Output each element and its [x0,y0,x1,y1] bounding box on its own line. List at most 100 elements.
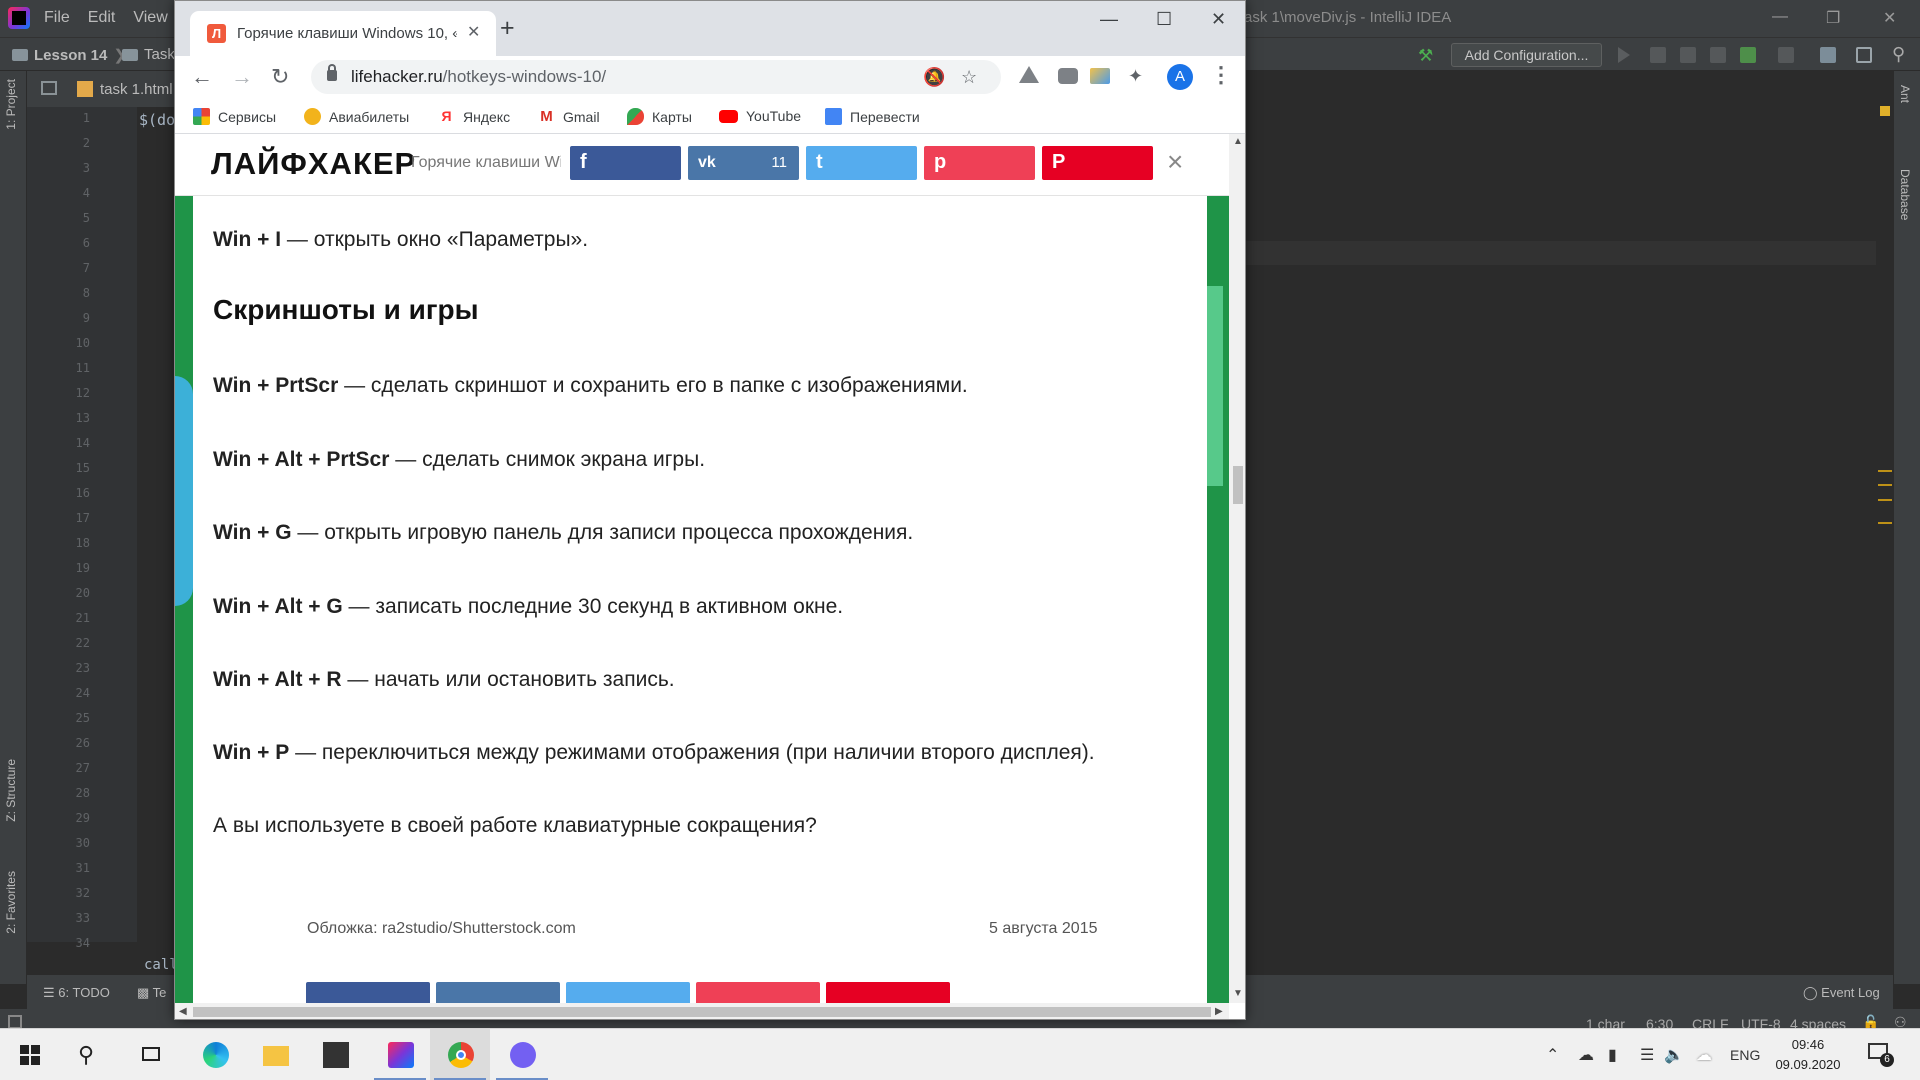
search-icon[interactable]: ⚲ [1892,44,1908,64]
start-button[interactable] [0,1029,60,1080]
taskbar-file-explorer[interactable] [245,1029,305,1080]
back-arrow-icon[interactable]: ← [191,64,213,90]
share-facebook-button[interactable]: f [570,146,681,180]
tool-tab-project[interactable]: 1: Project [4,79,18,130]
warning-marker[interactable] [1878,499,1892,501]
volume-icon[interactable]: 🔈 [1664,1045,1684,1065]
footer-share-vk-button[interactable] [436,982,560,1003]
tool-tab-ant[interactable]: Ant [1898,85,1912,103]
menu-file[interactable]: File [44,9,70,27]
structure-toggle-icon[interactable] [41,81,57,95]
share-vk-button[interactable]: vk 11 [688,146,799,180]
browser-tab[interactable]: Л Горячие клавиши Windows 10, « ✕ [190,11,496,56]
share-twitter-button[interactable]: t [806,146,917,180]
ide-minimize-button[interactable]: — [1772,8,1788,26]
breadcrumb-project[interactable]: Lesson 14 ❯ [12,46,126,64]
warning-marker[interactable] [1878,470,1892,472]
lock-icon[interactable] [327,64,337,81]
ide-restore-button[interactable]: ❐ [1826,8,1840,28]
bookmark-gmail[interactable]: M Gmail [538,108,600,125]
run-icon[interactable] [1618,47,1630,63]
share-pocket-button[interactable]: p [924,146,1035,180]
tool-tab-database[interactable]: Database [1898,169,1912,220]
extensions-puzzle-icon[interactable]: ✦ [1128,66,1143,87]
toggle-tool-windows-icon[interactable] [8,1015,22,1029]
notifications-blocked-icon[interactable]: 🔕 [923,67,945,88]
tab-close-icon[interactable]: ✕ [467,22,480,42]
bookmark-translate[interactable]: Перевести [825,108,920,125]
update-running-icon[interactable] [1740,47,1756,63]
editor-code-area-right[interactable] [1245,71,1876,971]
tool-tab-structure[interactable]: Z: Structure [4,759,18,822]
page-vertical-scrollbar[interactable]: ▲ ▼ [1229,134,1245,1003]
warning-indicator-icon[interactable] [1880,106,1890,116]
battery-icon[interactable]: ▮ [1608,1045,1617,1065]
menu-edit[interactable]: Edit [88,9,116,27]
taskbar-clock[interactable]: 09:46 09.09.2020 [1770,1035,1846,1075]
camera-extension-icon[interactable] [1058,68,1078,84]
taskbar-viber[interactable] [492,1029,552,1080]
footer-share-facebook-button[interactable] [306,982,430,1003]
wifi-icon[interactable]: ☰ [1640,1045,1654,1065]
new-tab-plus-icon[interactable]: + [500,14,515,43]
scroll-up-arrow-icon[interactable]: ▲ [1233,136,1243,147]
bookmark-yandex[interactable]: Я Яндекс [438,108,510,125]
action-center-button[interactable]: 6 [1868,1041,1894,1067]
header-close-icon[interactable]: × [1167,146,1183,178]
menu-view[interactable]: View [133,9,167,27]
lifehacker-logo[interactable]: ЛАЙФХАКЕР [211,146,416,182]
image-extension-icon[interactable] [1090,68,1110,84]
page-viewport[interactable]: ЛАЙФХАКЕР Горячие клавиши Windows 10 f v… [175,134,1229,1003]
todo-tab[interactable]: ☰ 6: TODO [43,985,110,1001]
layout-icon[interactable] [1856,47,1872,63]
add-configuration-button[interactable]: Add Configuration... [1451,43,1602,67]
profile-icon[interactable] [1710,47,1726,63]
chrome-menu-icon[interactable]: ⋮ [1210,62,1232,88]
taskbar-edge[interactable] [185,1029,245,1080]
ide-close-button[interactable]: ✕ [1883,8,1896,28]
language-indicator[interactable]: ENG [1730,1047,1760,1063]
stop-icon[interactable] [1778,47,1794,63]
terminal-tab[interactable]: ▩ Te [137,985,166,1001]
taskbar-store[interactable] [305,1029,365,1080]
bookmark-services[interactable]: Сервисы [193,108,276,125]
footer-share-twitter-button[interactable] [566,982,690,1003]
profile-avatar[interactable]: A [1167,64,1193,90]
vertical-scroll-thumb[interactable] [1233,466,1243,504]
warning-marker[interactable] [1878,522,1892,524]
google-drive-extension-icon[interactable] [1019,66,1039,83]
file-tab-label[interactable]: task 1.html [100,81,173,98]
show-hidden-icons-chevron-icon[interactable]: ⌃ [1546,1045,1559,1065]
scroll-right-arrow-icon[interactable]: ▶ [1215,1006,1223,1017]
network-icon[interactable]: ☁ [1578,1045,1594,1065]
page-horizontal-scrollbar[interactable]: ◀ ▶ [175,1003,1229,1019]
editor-code-area[interactable]: $(do [137,107,175,942]
footer-share-pocket-button[interactable] [696,982,820,1003]
share-pinterest-button[interactable]: P [1042,146,1153,180]
warning-marker[interactable] [1878,484,1892,486]
bookmark-avia[interactable]: Авиабилеты [304,108,409,125]
chrome-close-button[interactable]: ✕ [1211,9,1226,30]
taskbar-search-button[interactable]: ⚲ [60,1029,120,1080]
event-log-button[interactable]: ◯ Event Log [1803,985,1880,1001]
horizontal-scroll-thumb[interactable] [193,1007,1211,1017]
debug-icon[interactable] [1650,47,1666,63]
chrome-minimize-button[interactable]: — [1100,9,1118,30]
scroll-down-arrow-icon[interactable]: ▼ [1233,988,1243,999]
bookmark-maps[interactable]: Карты [627,108,692,125]
onedrive-cloud-icon[interactable]: ☁ [1696,1045,1712,1065]
breadcrumb-task[interactable]: Task [122,46,175,63]
address-bar[interactable]: lifehacker.ru/hotkeys-windows-10/ 🔕 ☆ [311,60,1001,94]
project-structure-icon[interactable] [1820,47,1836,63]
bookmark-star-icon[interactable]: ☆ [961,67,977,88]
tool-tab-favorites[interactable]: 2: Favorites [4,871,18,934]
task-view-button[interactable] [120,1029,180,1080]
bookmark-youtube[interactable]: YouTube [719,108,801,124]
build-hammer-icon[interactable]: ⚒ [1418,46,1436,65]
taskbar-chrome[interactable] [430,1029,490,1080]
forward-arrow-icon[interactable]: → [231,64,253,90]
taskbar-intellij[interactable] [370,1029,430,1080]
coverage-icon[interactable] [1680,47,1696,63]
reload-icon[interactable]: ↻ [271,64,289,90]
scroll-left-arrow-icon[interactable]: ◀ [179,1006,187,1017]
